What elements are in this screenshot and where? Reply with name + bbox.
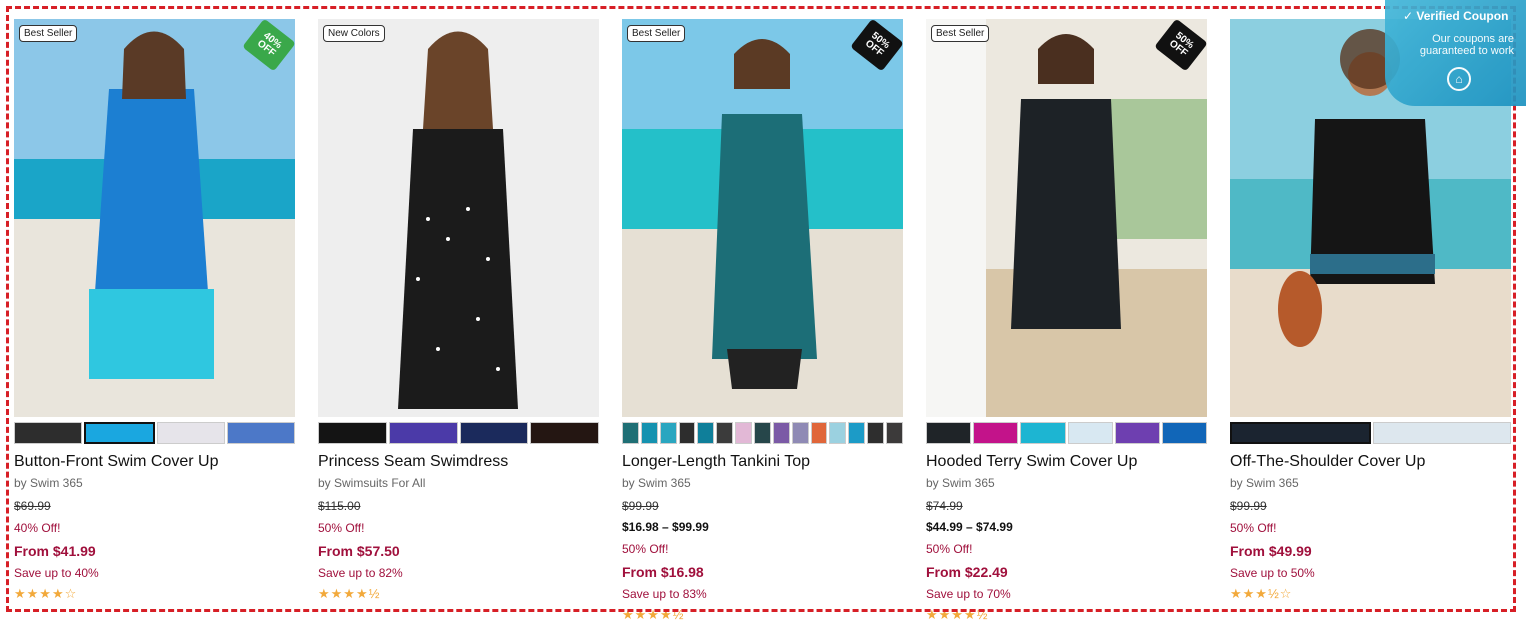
swatch[interactable]: [973, 422, 1019, 444]
price-range: $44.99 – $74.99: [926, 520, 1013, 534]
product-card[interactable]: Best Seller 50% OFF Longer-Length Tankin…: [622, 19, 903, 622]
savings-text: Save up to 50%: [1230, 566, 1315, 580]
swatch[interactable]: [791, 422, 809, 444]
product-photo: [318, 19, 599, 417]
swatch-selected[interactable]: [1230, 422, 1371, 444]
color-swatches: [318, 422, 599, 444]
swatch[interactable]: [867, 422, 885, 444]
swatch-selected[interactable]: [84, 422, 155, 444]
sale-price: From $49.99: [1230, 543, 1312, 559]
swatch[interactable]: [1161, 422, 1208, 444]
swatch[interactable]: [829, 422, 847, 444]
discount-percent: 50% Off!: [1230, 521, 1277, 535]
color-swatches: [14, 422, 295, 444]
product-grid: Best Seller 40% OFF Button-Front Swim Co…: [14, 19, 1514, 622]
product-brand: by Swimsuits For All: [318, 476, 426, 490]
product-card[interactable]: Off-The-Shoulder Cover Up by Swim 365 $9…: [1230, 19, 1511, 619]
discount-percent: 50% Off!: [318, 521, 365, 535]
discount-percent: 50% Off!: [926, 542, 973, 556]
star-rating: ★★★★☆: [14, 586, 78, 601]
product-image[interactable]: Best Seller 50% OFF: [622, 19, 903, 417]
star-rating: ★★★½☆: [1230, 586, 1293, 601]
coupon-message: Our coupons are guaranteed to work: [1419, 33, 1514, 57]
verified-coupon-banner[interactable]: ✓ Verified Coupon Our coupons are guaran…: [1385, 0, 1526, 106]
product-brand: by Swim 365: [1230, 476, 1299, 490]
product-title[interactable]: Longer-Length Tankini Top: [622, 453, 903, 471]
savings-text: Save up to 82%: [318, 566, 403, 580]
swatch[interactable]: [772, 422, 790, 444]
product-brand: by Swim 365: [926, 476, 995, 490]
check-circle-icon: ✓: [1403, 9, 1414, 23]
swatch[interactable]: [697, 422, 715, 444]
product-card[interactable]: Best Seller 40% OFF Button-Front Swim Co…: [14, 19, 295, 619]
swatch[interactable]: [530, 422, 599, 444]
swatch[interactable]: [226, 422, 295, 444]
product-title[interactable]: Off-The-Shoulder Cover Up: [1230, 453, 1511, 471]
swatch[interactable]: [1067, 422, 1113, 444]
swatch[interactable]: [1020, 422, 1066, 444]
sale-price: From $16.98: [622, 564, 704, 580]
swatch[interactable]: [1372, 422, 1511, 444]
swatch[interactable]: [926, 422, 972, 444]
original-price: $74.99: [926, 499, 963, 513]
swatch[interactable]: [810, 422, 828, 444]
swatch[interactable]: [1114, 422, 1160, 444]
product-title[interactable]: Button-Front Swim Cover Up: [14, 453, 295, 471]
product-badge: Best Seller: [627, 25, 686, 42]
original-price: $99.99: [622, 499, 659, 513]
discount-percent: 50% Off!: [622, 542, 669, 556]
swatch[interactable]: [318, 422, 387, 444]
color-swatches: [926, 422, 1208, 444]
product-card[interactable]: New Colors Princess Seam Swimdress by Sw…: [318, 19, 599, 619]
swatch[interactable]: [459, 422, 529, 444]
color-swatches: [622, 422, 903, 444]
product-image[interactable]: New Colors: [318, 19, 599, 417]
product-title[interactable]: Hooded Terry Swim Cover Up: [926, 453, 1207, 471]
product-image[interactable]: Best Seller 40% OFF: [14, 19, 295, 417]
product-badge: Best Seller: [19, 25, 78, 42]
home-icon[interactable]: ⌂: [1447, 67, 1471, 91]
price-range: $16.98 – $99.99: [622, 520, 709, 534]
original-price: $99.99: [1230, 499, 1267, 513]
original-price: $115.00: [318, 499, 361, 513]
savings-text: Save up to 40%: [14, 566, 99, 580]
swatch[interactable]: [640, 422, 658, 444]
product-photo: [926, 19, 1207, 417]
swatch[interactable]: [848, 422, 866, 444]
swatch[interactable]: [754, 422, 771, 444]
star-rating: ★★★★½: [318, 586, 381, 601]
color-swatches: [1230, 422, 1511, 444]
swatch[interactable]: [156, 422, 225, 444]
swatch[interactable]: [735, 422, 753, 444]
swatch[interactable]: [716, 422, 734, 444]
product-image[interactable]: Best Seller 50% OFF: [926, 19, 1207, 417]
product-brand: by Swim 365: [622, 476, 691, 490]
savings-text: Save up to 83%: [622, 587, 707, 601]
product-title[interactable]: Princess Seam Swimdress: [318, 453, 599, 471]
swatch[interactable]: [678, 422, 696, 444]
product-card[interactable]: Best Seller 50% OFF Hooded Terry Swim Co…: [926, 19, 1208, 622]
sale-price: From $57.50: [318, 543, 400, 559]
coupon-title: Verified Coupon: [1416, 9, 1509, 23]
discount-percent: 40% Off!: [14, 521, 61, 535]
sale-price: From $22.49: [926, 564, 1008, 580]
sale-price: From $41.99: [14, 543, 96, 559]
swatch[interactable]: [622, 422, 639, 444]
savings-text: Save up to 70%: [926, 587, 1011, 601]
original-price: $69.99: [14, 499, 51, 513]
product-photo: [14, 19, 295, 417]
product-badge: New Colors: [323, 25, 385, 42]
swatch[interactable]: [388, 422, 458, 444]
swatch[interactable]: [14, 422, 83, 444]
product-brand: by Swim 365: [14, 476, 83, 490]
product-badge: Best Seller: [931, 25, 990, 42]
swatch[interactable]: [886, 422, 903, 444]
swatch[interactable]: [659, 422, 677, 444]
product-photo: [622, 19, 903, 417]
